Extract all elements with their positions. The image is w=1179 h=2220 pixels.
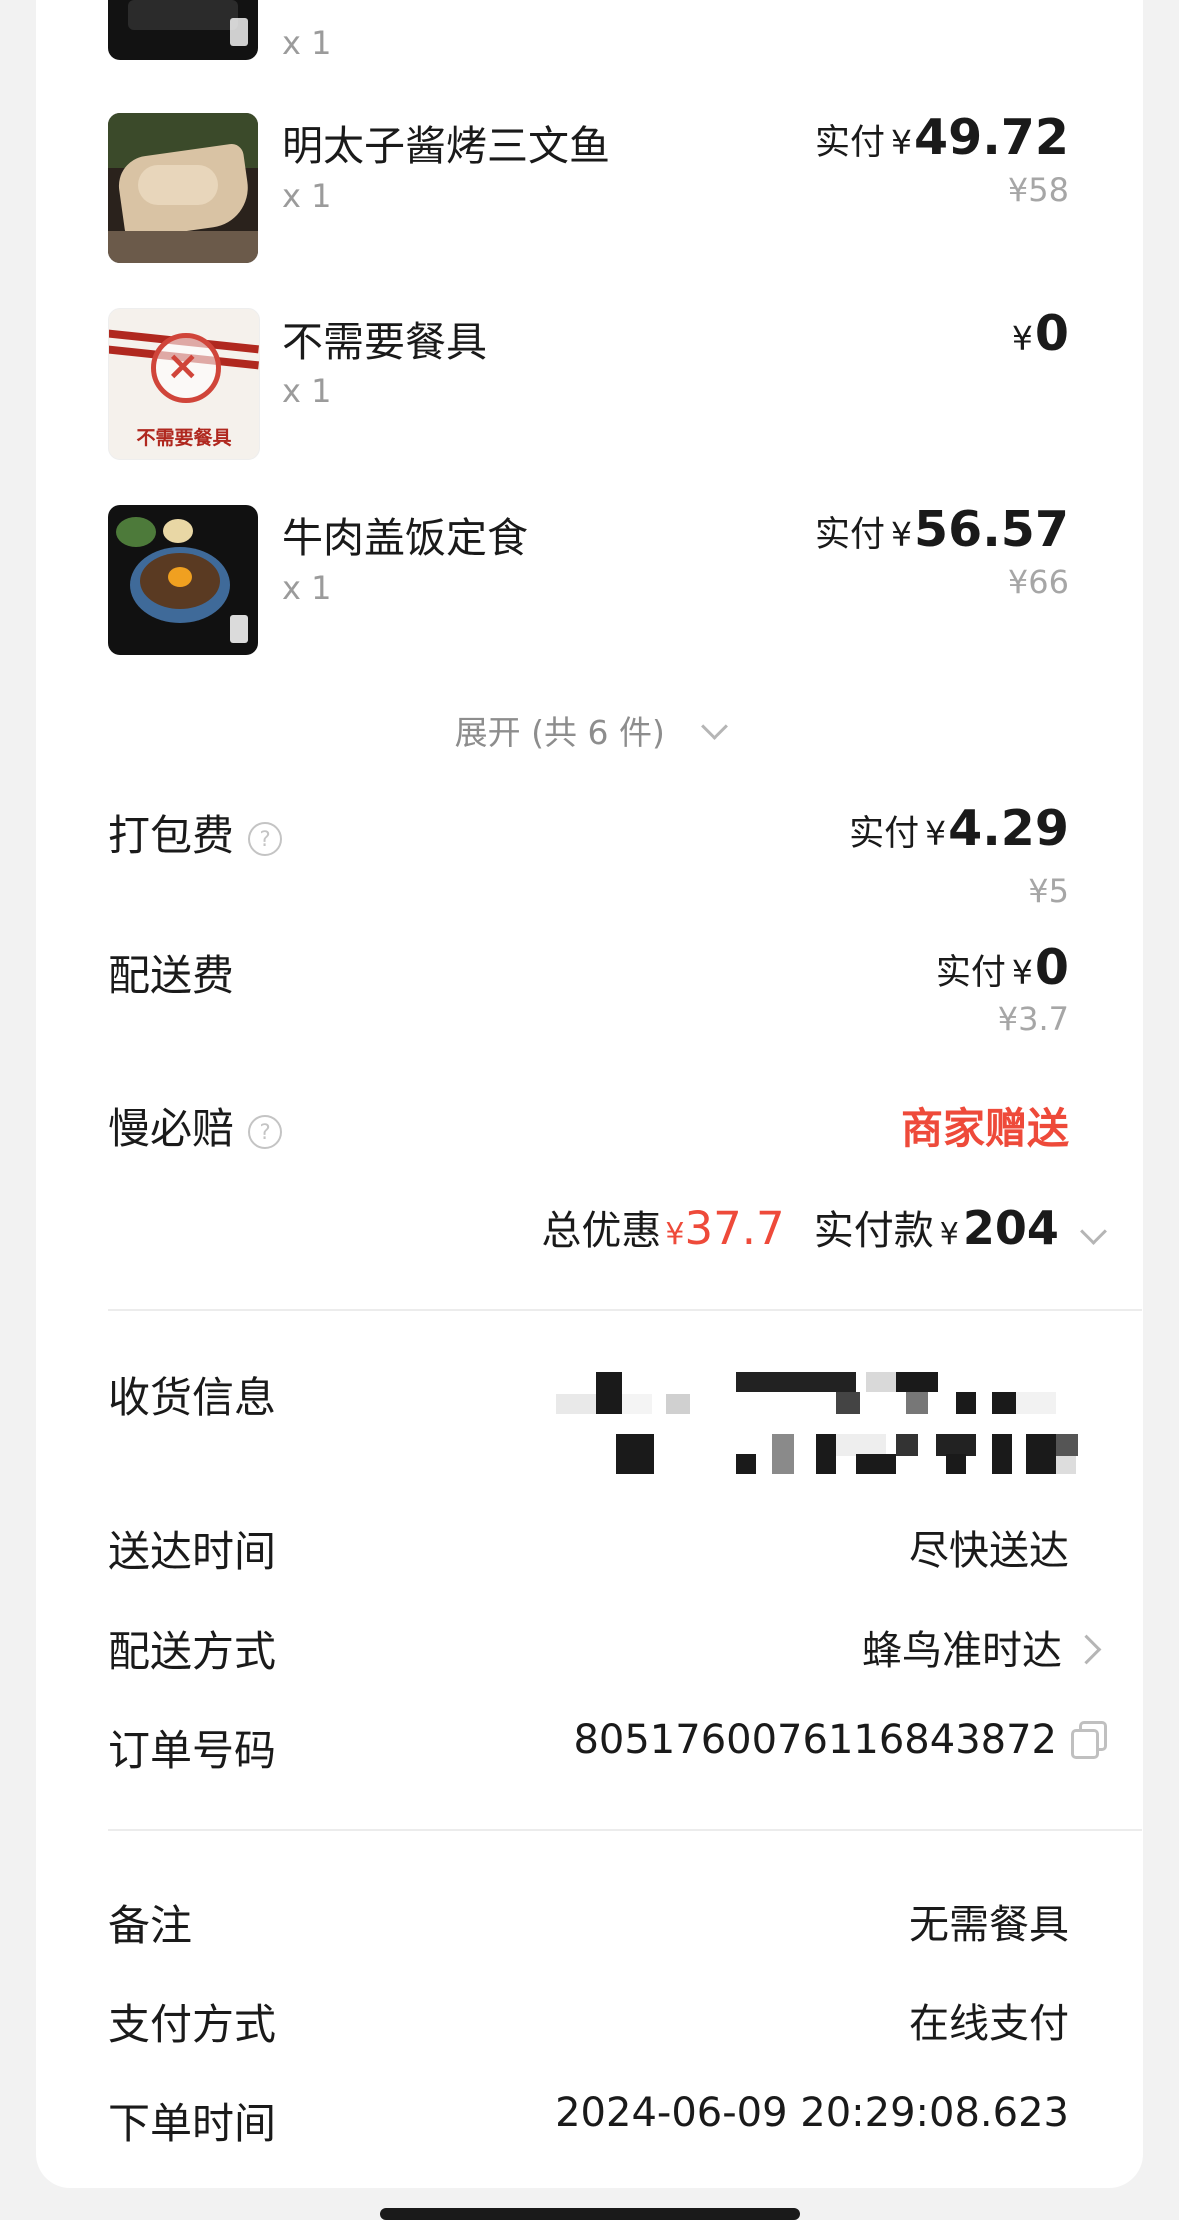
payment-method-value: 在线支付 [909, 2001, 1069, 2047]
order-time-label: 下单时间 [108, 2099, 277, 2148]
delivery-fee-label: 配送费 [108, 951, 235, 1000]
order-time-value: 2024-06-09 20:29:08.623 [555, 2090, 1069, 2136]
item-quantity: x 1 [282, 177, 332, 215]
item-price: ¥0 [1011, 305, 1069, 362]
item-original-price: ¥66 [1007, 563, 1069, 601]
delivery-fee-price: 实付 ¥0 [935, 939, 1069, 996]
item-quantity: x 1 [282, 372, 332, 410]
item-original-price: ¥58 [1007, 171, 1069, 209]
image-caption: 不需要餐具 [136, 427, 232, 449]
receiver-info-label: 收货信息 [108, 1373, 277, 1422]
item-price: 实付 ¥56.57 [814, 501, 1069, 558]
item-image[interactable] [108, 505, 258, 655]
order-number-label: 订单号码 [108, 1726, 277, 1775]
note-value: 无需餐具 [909, 1902, 1069, 1948]
item-image[interactable]: × 不需要餐具 [108, 308, 260, 460]
total-paid: 204 [962, 1201, 1059, 1255]
delivery-method-label: 配送方式 [108, 1627, 277, 1676]
item-name: 不需要餐具 [282, 318, 487, 366]
item-image[interactable] [108, 0, 258, 60]
delivery-fee-original: ¥3.7 [997, 1000, 1069, 1038]
late-compensation-value: 商家赠送 [900, 1104, 1069, 1153]
item-quantity: x 1 [282, 569, 332, 607]
item-name: 明太子酱烤三文鱼 [282, 122, 610, 170]
chevron-down-icon [701, 713, 729, 752]
help-circle-icon[interactable]: ? [248, 821, 283, 856]
packing-fee-label: 打包费? [108, 802, 283, 863]
note-label: 备注 [108, 1901, 193, 1950]
late-compensation-label: 慢必赔? [108, 1095, 283, 1156]
chevron-right-icon [1062, 1628, 1102, 1674]
divider [108, 1829, 1142, 1831]
help-circle-icon[interactable]: ? [248, 1114, 283, 1149]
total-discount: 37.7 [684, 1202, 785, 1255]
item-name: 牛肉盖饭定食 [282, 514, 528, 562]
arrival-time-value: 尽快送达 [909, 1528, 1069, 1574]
expand-items-button[interactable]: 展开 (共 6 件) [36, 706, 1143, 754]
receiver-info-redacted [556, 1372, 1156, 1480]
chevron-down-icon [1080, 1218, 1107, 1248]
payment-method-label: 支付方式 [108, 2000, 277, 2049]
arrival-time-label: 送达时间 [108, 1527, 277, 1576]
item-quantity: x 1 [282, 24, 332, 62]
order-summary[interactable]: 总优惠 ¥37.7 实付款 ¥204 [541, 1198, 1107, 1256]
packing-fee-original: ¥5 [1028, 872, 1069, 910]
item-price: 实付 ¥49.72 [814, 109, 1069, 166]
packing-fee-price: 实付 ¥4.29 [849, 800, 1069, 857]
expand-label: 展开 (共 6 件) [454, 713, 665, 752]
delivery-method-link[interactable]: 蜂鸟准时达 [862, 1618, 1102, 1676]
home-indicator [380, 2208, 800, 2220]
order-detail-card: x 1 明太子酱烤三文鱼 x 1 实付 ¥49.72 ¥58 × 不需要餐具 不需… [36, 0, 1143, 2188]
item-image[interactable] [108, 113, 258, 263]
copy-icon[interactable] [1069, 1721, 1107, 1759]
divider [108, 1309, 1142, 1311]
order-number-value: 8051760076116843872 [573, 1717, 1107, 1763]
